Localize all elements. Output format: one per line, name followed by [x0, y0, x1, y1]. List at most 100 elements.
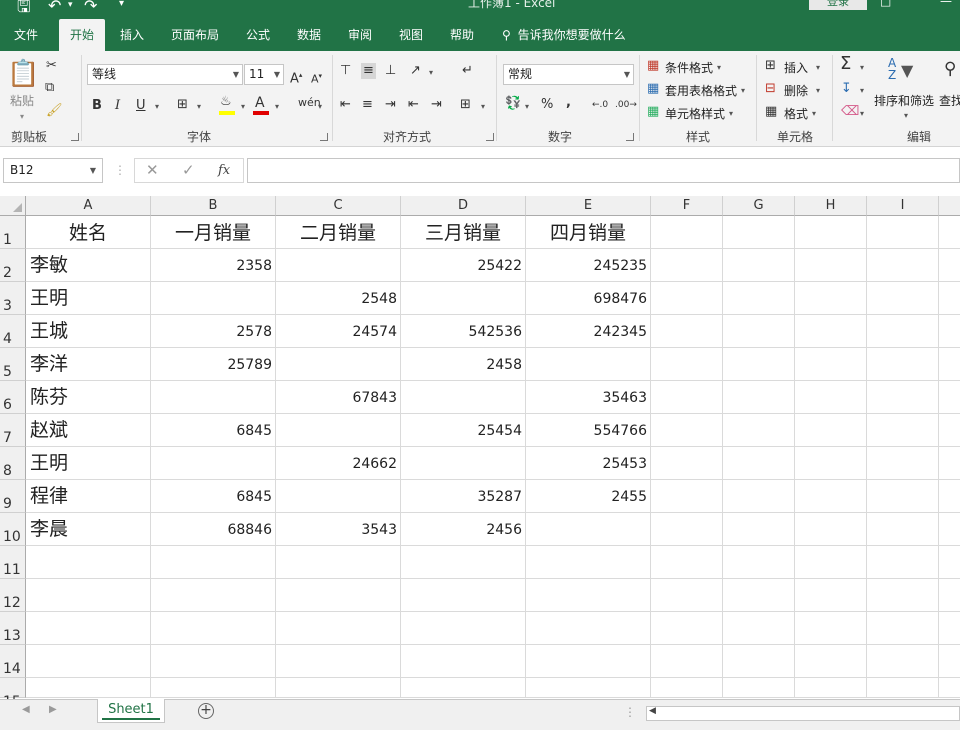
grid-cell[interactable]	[723, 513, 795, 546]
grid-cell[interactable]	[651, 381, 723, 414]
italic-icon[interactable]: I	[115, 98, 120, 114]
grid-cell[interactable]	[867, 348, 939, 381]
column-header[interactable]: F	[651, 196, 723, 216]
value-cell[interactable]: 542536	[401, 315, 526, 348]
grid-cell[interactable]	[795, 249, 867, 282]
grid-cell[interactable]	[723, 249, 795, 282]
fill-icon[interactable]: ↧	[841, 81, 852, 97]
value-cell[interactable]: 6845	[151, 414, 276, 447]
name-cell[interactable]: 程律	[26, 480, 151, 513]
grid-cell[interactable]	[26, 645, 151, 678]
fill-color-icon[interactable]: ♨	[220, 94, 232, 110]
tab-data[interactable]: 数据	[297, 19, 321, 51]
sheet-tab[interactable]: Sheet1	[97, 699, 165, 723]
accounting-format-icon[interactable]: 💱	[505, 96, 521, 112]
row-header[interactable]: 10	[0, 513, 26, 546]
number-format-select[interactable]: 常规 ▼	[503, 64, 634, 85]
grid-cell[interactable]	[651, 315, 723, 348]
decrease-decimal-icon[interactable]: .00→	[615, 97, 637, 113]
delete-cells-button[interactable]: 删除	[784, 82, 808, 99]
tab-view[interactable]: 视图	[399, 19, 423, 51]
decrease-indent-icon[interactable]: ⇤	[408, 97, 419, 113]
grid-cell[interactable]	[795, 546, 867, 579]
tab-file[interactable]: 文件	[14, 19, 38, 51]
header-cell[interactable]: 三月销量	[401, 216, 526, 249]
value-cell[interactable]	[526, 513, 651, 546]
value-cell[interactable]: 24574	[276, 315, 401, 348]
name-cell[interactable]: 王城	[26, 315, 151, 348]
wrap-text-icon[interactable]: ↵	[462, 63, 473, 79]
grid-cell[interactable]	[151, 612, 276, 645]
column-header[interactable]: I	[867, 196, 939, 216]
grid-cell[interactable]	[939, 546, 960, 579]
grid-cell[interactable]	[939, 513, 960, 546]
cut-icon[interactable]: ✂	[46, 58, 57, 74]
grid-cell[interactable]	[651, 282, 723, 315]
grid-cell[interactable]	[939, 579, 960, 612]
tab-help[interactable]: 帮助	[450, 19, 474, 51]
value-cell[interactable]	[526, 348, 651, 381]
grid-cell[interactable]	[26, 612, 151, 645]
confirm-entry-icon[interactable]: ✓	[182, 158, 195, 183]
grid-cell[interactable]	[939, 480, 960, 513]
paste-button[interactable]: 粘贴	[10, 92, 34, 109]
tell-me-search[interactable]: ⚲ 告诉我你想要做什么	[502, 19, 626, 51]
fill-dropdown-icon[interactable]: ▾	[860, 83, 864, 99]
value-cell[interactable]: 25422	[401, 249, 526, 282]
grid-cell[interactable]	[651, 348, 723, 381]
value-cell[interactable]: 2456	[401, 513, 526, 546]
row-header[interactable]: 14	[0, 645, 26, 678]
value-cell[interactable]: 2358	[151, 249, 276, 282]
name-cell[interactable]: 李晨	[26, 513, 151, 546]
value-cell[interactable]: 35287	[401, 480, 526, 513]
borders-dropdown-icon[interactable]: ▾	[197, 99, 201, 115]
grid-cell[interactable]	[151, 645, 276, 678]
grid-cell[interactable]	[651, 480, 723, 513]
accounting-dropdown-icon[interactable]: ▾	[525, 99, 529, 115]
insert-cells-icon[interactable]: ⊞	[765, 58, 776, 74]
grid-cell[interactable]	[795, 381, 867, 414]
column-header[interactable]: B	[151, 196, 276, 216]
grid-cell[interactable]	[795, 348, 867, 381]
grid-cell[interactable]	[723, 216, 795, 249]
scroll-left-icon[interactable]: ◀	[649, 706, 656, 716]
grid-cell[interactable]	[26, 546, 151, 579]
increase-indent-icon[interactable]: ⇥	[431, 97, 442, 113]
font-launcher-icon[interactable]	[320, 133, 328, 141]
value-cell[interactable]	[276, 249, 401, 282]
borders-icon[interactable]: ⊞	[177, 97, 188, 113]
grid-cell[interactable]	[526, 645, 651, 678]
column-header[interactable]: C	[276, 196, 401, 216]
value-cell[interactable]	[401, 381, 526, 414]
tab-page-layout[interactable]: 页面布局	[171, 19, 219, 51]
grid-cell[interactable]	[939, 282, 960, 315]
grid-cell[interactable]	[867, 216, 939, 249]
row-header[interactable]: 2	[0, 249, 26, 282]
sort-filter-icon[interactable]: AZ	[888, 57, 896, 81]
redo-icon[interactable]: ↷	[84, 0, 97, 15]
clear-icon[interactable]: ⌫	[841, 104, 859, 120]
grid-cell[interactable]	[723, 282, 795, 315]
value-cell[interactable]: 2548	[276, 282, 401, 315]
clear-dropdown-icon[interactable]: ▾	[860, 106, 864, 122]
value-cell[interactable]	[276, 480, 401, 513]
autosum-dropdown-icon[interactable]: ▾	[860, 60, 864, 76]
find-select-button[interactable]: 查找	[939, 92, 960, 109]
grid-cell[interactable]	[795, 216, 867, 249]
value-cell[interactable]: 35463	[526, 381, 651, 414]
phonetic-dropdown-icon[interactable]: ▾	[318, 99, 322, 115]
grid-cell[interactable]	[401, 546, 526, 579]
delete-cells-icon[interactable]: ⊟	[765, 81, 776, 97]
value-cell[interactable]: 245235	[526, 249, 651, 282]
row-header[interactable]: 11	[0, 546, 26, 579]
grid-cell[interactable]	[939, 249, 960, 282]
percent-style-icon[interactable]: %	[541, 97, 553, 113]
grid-cell[interactable]	[867, 678, 939, 698]
grid-cell[interactable]	[867, 315, 939, 348]
value-cell[interactable]: 6845	[151, 480, 276, 513]
format-painter-icon[interactable]: 🖌	[46, 103, 63, 119]
grid-cell[interactable]	[795, 315, 867, 348]
row-header[interactable]: 7	[0, 414, 26, 447]
value-cell[interactable]	[151, 447, 276, 480]
row-header[interactable]: 13	[0, 612, 26, 645]
